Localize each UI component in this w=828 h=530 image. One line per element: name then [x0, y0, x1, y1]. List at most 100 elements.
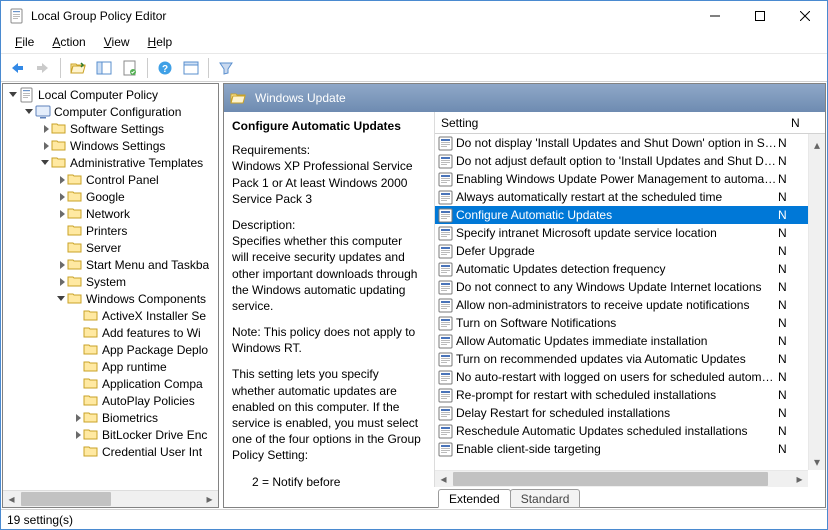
setting-state: N: [778, 208, 806, 222]
tree-item[interactable]: Google: [3, 188, 218, 205]
setting-icon: [437, 423, 453, 439]
setting-row[interactable]: Do not connect to any Windows Update Int…: [435, 278, 808, 296]
tree-item[interactable]: Start Menu and Taskba: [3, 256, 218, 273]
tree-item[interactable]: Application Compa: [3, 375, 218, 392]
setting-row[interactable]: Allow Automatic Updates immediate instal…: [435, 332, 808, 350]
console-header-title: Windows Update: [255, 91, 346, 105]
minimize-button[interactable]: [692, 2, 737, 31]
tree-item[interactable]: Control Panel: [3, 171, 218, 188]
column-state[interactable]: N: [791, 116, 819, 130]
back-button[interactable]: [5, 56, 29, 80]
tree-item[interactable]: Local Computer Policy: [3, 86, 218, 103]
status-text: 19 setting(s): [7, 513, 73, 527]
folder-icon: [67, 206, 83, 222]
expand-icon[interactable]: [39, 141, 51, 151]
tab-standard[interactable]: Standard: [510, 489, 581, 508]
tree-item[interactable]: App runtime: [3, 358, 218, 375]
setting-row[interactable]: Configure Automatic UpdatesN: [435, 206, 808, 224]
expand-icon[interactable]: [55, 209, 67, 219]
expand-icon[interactable]: [71, 413, 83, 423]
tree-item[interactable]: Software Settings: [3, 120, 218, 137]
requirements-label: Requirements:: [232, 143, 310, 157]
folder-icon: [67, 189, 83, 205]
tree-item[interactable]: System: [3, 273, 218, 290]
setting-row[interactable]: Defer UpgradeN: [435, 242, 808, 260]
setting-label: Enabling Windows Update Power Management…: [456, 172, 778, 186]
menu-view[interactable]: View: [96, 33, 138, 51]
tree-item[interactable]: Computer Configuration: [3, 103, 218, 120]
expand-icon[interactable]: [55, 175, 67, 185]
properties-button[interactable]: [118, 56, 142, 80]
setting-row[interactable]: Turn on recommended updates via Automati…: [435, 350, 808, 368]
tree-item[interactable]: Administrative Templates: [3, 154, 218, 171]
expand-icon[interactable]: [55, 192, 67, 202]
setting-row[interactable]: Turn on Software NotificationsN: [435, 314, 808, 332]
setting-label: Turn on recommended updates via Automati…: [456, 352, 778, 366]
list-horizontal-scrollbar[interactable]: ◂▸: [435, 470, 808, 487]
setting-row[interactable]: Specify intranet Microsoft update servic…: [435, 224, 808, 242]
show-hide-tree-button[interactable]: [92, 56, 116, 80]
menu-action[interactable]: Action: [44, 33, 93, 51]
setting-row[interactable]: Enable client-side targetingN: [435, 440, 808, 458]
setting-row[interactable]: No auto-restart with logged on users for…: [435, 368, 808, 386]
tree-item[interactable]: ActiveX Installer Se: [3, 307, 218, 324]
setting-row[interactable]: Always automatically restart at the sche…: [435, 188, 808, 206]
collapse-icon[interactable]: [39, 158, 51, 167]
svg-text:?: ?: [162, 64, 168, 75]
folder-icon: [51, 155, 67, 171]
tree-item[interactable]: Windows Settings: [3, 137, 218, 154]
setting-label: Enable client-side targeting: [456, 442, 778, 456]
tree-item[interactable]: Windows Components: [3, 290, 218, 307]
close-button[interactable]: [782, 2, 827, 31]
options-button[interactable]: [179, 56, 203, 80]
setting-row[interactable]: Do not display 'Install Updates and Shut…: [435, 134, 808, 152]
tree-item[interactable]: Network: [3, 205, 218, 222]
collapse-icon[interactable]: [55, 294, 67, 303]
menu-bar: File Action View Help: [1, 31, 827, 53]
setting-icon: [437, 189, 453, 205]
tree-item[interactable]: App Package Deplo: [3, 341, 218, 358]
setting-state: N: [778, 172, 806, 186]
setting-row[interactable]: Do not adjust default option to 'Install…: [435, 152, 808, 170]
tree-item[interactable]: Printers: [3, 222, 218, 239]
expand-icon[interactable]: [55, 277, 67, 287]
collapse-icon[interactable]: [7, 90, 19, 99]
tab-extended[interactable]: Extended: [438, 489, 511, 508]
setting-label: Configure Automatic Updates: [456, 208, 778, 222]
tree-item-label: Server: [86, 241, 121, 255]
tree-item[interactable]: Add features to Wi: [3, 324, 218, 341]
tree-item[interactable]: Server: [3, 239, 218, 256]
console-header: Windows Update: [224, 84, 825, 112]
setting-icon: [437, 441, 453, 457]
tree-item[interactable]: Credential User Int: [3, 443, 218, 460]
setting-row[interactable]: Re-prompt for restart with scheduled ins…: [435, 386, 808, 404]
column-setting[interactable]: Setting: [441, 116, 791, 130]
setting-row[interactable]: Allow non-administrators to receive upda…: [435, 296, 808, 314]
tree-item-label: App runtime: [102, 360, 167, 374]
help-button[interactable]: ?: [153, 56, 177, 80]
menu-file[interactable]: File: [7, 33, 42, 51]
expand-icon[interactable]: [39, 124, 51, 134]
setting-row[interactable]: Enabling Windows Update Power Management…: [435, 170, 808, 188]
setting-row[interactable]: Automatic Updates detection frequencyN: [435, 260, 808, 278]
list-header[interactable]: Setting N: [435, 112, 825, 134]
setting-row[interactable]: Delay Restart for scheduled installation…: [435, 404, 808, 422]
setting-label: Do not adjust default option to 'Install…: [456, 154, 778, 168]
up-button[interactable]: [66, 56, 90, 80]
collapse-icon[interactable]: [23, 107, 35, 116]
filter-button[interactable]: [214, 56, 238, 80]
list-vertical-scrollbar[interactable]: ▴▾: [808, 134, 825, 470]
maximize-button[interactable]: [737, 2, 782, 31]
tree-item[interactable]: Biometrics: [3, 409, 218, 426]
tree-item[interactable]: BitLocker Drive Enc: [3, 426, 218, 443]
expand-icon[interactable]: [55, 260, 67, 270]
tree-item-label: BitLocker Drive Enc: [102, 428, 207, 442]
toolbar: ?: [1, 54, 827, 82]
tree-horizontal-scrollbar[interactable]: ◂ ▸: [3, 490, 218, 507]
menu-help[interactable]: Help: [140, 33, 181, 51]
tree-item-label: Windows Components: [86, 292, 206, 306]
expand-icon[interactable]: [71, 430, 83, 440]
tree-item[interactable]: AutoPlay Policies: [3, 392, 218, 409]
folder-icon: [83, 410, 99, 426]
setting-row[interactable]: Reschedule Automatic Updates scheduled i…: [435, 422, 808, 440]
